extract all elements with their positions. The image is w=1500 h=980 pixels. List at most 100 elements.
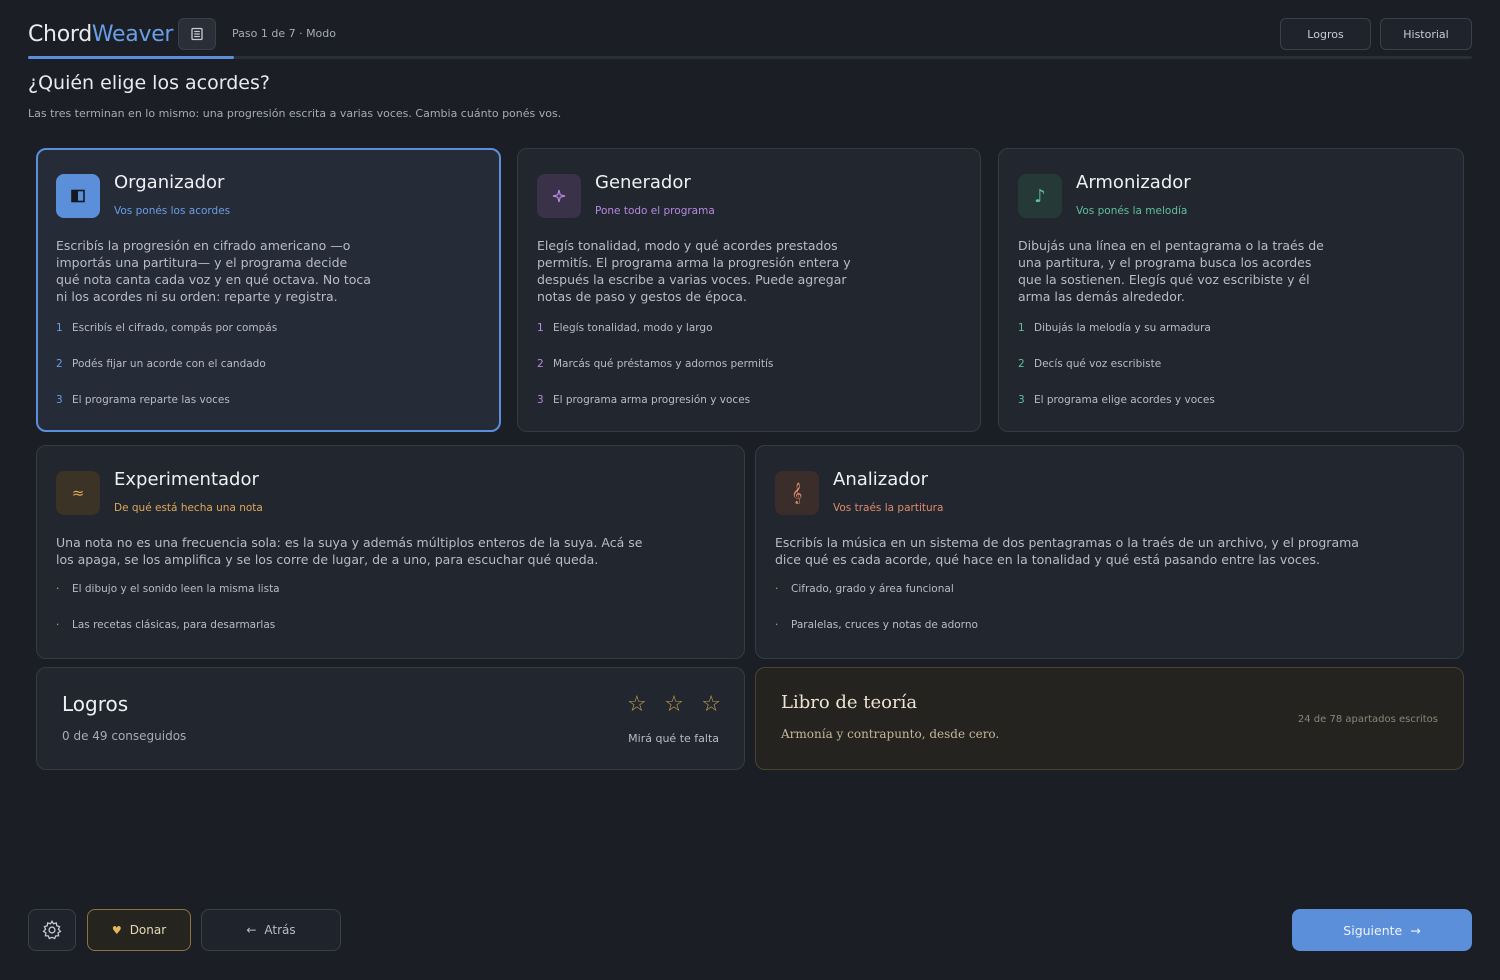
card-tagline: Pone todo el programa	[595, 205, 715, 217]
step-number: 1	[56, 322, 63, 334]
page-title: ¿Quién elige los acordes?	[28, 72, 270, 94]
achievements-count: 0 de 49 conseguidos	[62, 729, 187, 743]
star-icon: ☆	[701, 692, 721, 717]
history-button[interactable]: Historial	[1380, 18, 1472, 50]
next-label: Siguiente	[1343, 922, 1403, 938]
step-text: Elegís tonalidad, modo y largo	[553, 322, 713, 334]
card-title: Generador	[595, 172, 691, 193]
bullet-item: · Las recetas clásicas, para desarmarlas	[56, 619, 280, 655]
card-title: Analizador	[833, 469, 929, 490]
sparkle-icon	[537, 174, 581, 218]
heart-icon: ♥	[111, 923, 122, 937]
mode-card-generador[interactable]: Generador Pone todo el programa Elegís t…	[517, 148, 981, 432]
step-item: 1 Dibujás la melodía y su armadura	[1018, 322, 1215, 358]
book-title: Libro de teoría	[781, 692, 918, 713]
step-item: 1 Escribís el cifrado, compás por compás	[56, 322, 277, 358]
step-text: Escribís el cifrado, compás por compás	[72, 322, 278, 334]
card-description: Una nota no es una frecuencia sola: es l…	[56, 534, 642, 568]
bullet-dot: ·	[775, 583, 779, 595]
description-line: arma las demás alrededor.	[1018, 289, 1185, 304]
settings-button[interactable]	[28, 909, 76, 951]
step-number: 1	[537, 322, 544, 334]
card-title: Organizador	[114, 172, 225, 193]
bullet-item: · Paralelas, cruces y notas de adorno	[775, 619, 978, 655]
description-line: permitís. El programa arma la progresión…	[537, 255, 851, 270]
step-item: 2 Podés fijar un acorde con el candado	[56, 358, 277, 394]
page-subtitle: Las tres terminan en lo mismo: una progr…	[28, 107, 562, 120]
top-bar: ChordWeaver Paso 1 de 7 · Modo Logros Hi…	[28, 18, 1472, 60]
star-icon: ☆	[627, 692, 647, 717]
step-item: 2 Decís qué voz escribiste	[1018, 358, 1215, 394]
document-icon	[191, 27, 203, 41]
card-description: Escribís la progresión en cifrado americ…	[56, 237, 371, 305]
card-steps: 1 Escribís el cifrado, compás por compás …	[56, 322, 277, 430]
brand-name-part2: Weaver	[91, 22, 174, 47]
step-number: 2	[537, 358, 544, 370]
card-description: Elegís tonalidad, modo y qué acordes pre…	[537, 237, 851, 305]
donate-label: Donar	[129, 923, 167, 937]
achievements-title: Logros	[62, 692, 129, 716]
brand-name-part1: Chord	[28, 22, 92, 47]
step-text: Podés fijar un acorde con el candado	[72, 358, 266, 370]
description-line: Dibujás una línea en el pentagrama o la …	[1018, 238, 1324, 253]
bullet-dot: ·	[775, 619, 779, 631]
book-progress: 24 de 78 apartados escritos	[1297, 714, 1438, 725]
description-line: que la sostienen. Elegís qué voz escribi…	[1018, 272, 1310, 287]
mode-card-armonizador[interactable]: ♪ Armonizador Vos ponés la melodía Dibuj…	[998, 148, 1464, 432]
description-line: dice qué es cada acorde, qué hace en la …	[775, 552, 1320, 567]
description-line: los apaga, se los amplifica y se los cor…	[56, 552, 599, 567]
card-tagline: De qué está hecha una nota	[114, 502, 263, 514]
back-label: Atrás	[264, 923, 296, 937]
gear-icon	[42, 920, 62, 940]
back-button[interactable]: ← Atrás	[201, 909, 341, 951]
card-title: Experimentador	[114, 469, 259, 490]
music-note-icon: ♪	[1018, 174, 1062, 218]
card-title: Armonizador	[1076, 172, 1191, 193]
achievement-stars: ☆ ☆ ☆	[627, 692, 721, 717]
step-number: 2	[56, 358, 63, 370]
panel-icon	[56, 174, 100, 218]
book-subtitle: Armonía y contrapunto, desde cero.	[781, 727, 1000, 741]
description-line: Escribís la progresión en cifrado americ…	[56, 238, 351, 253]
step-progress-fill	[28, 56, 235, 59]
wave-icon: ≈	[56, 471, 100, 515]
app-logo: ChordWeaver	[28, 22, 173, 47]
treble-clef-icon: 𝄞	[775, 471, 819, 515]
mode-card-experimentador[interactable]: ≈ Experimentador De qué está hecha una n…	[36, 445, 745, 659]
description-line: notas de paso y gestos de época.	[537, 289, 747, 304]
bullet-text: Paralelas, cruces y notas de adorno	[791, 619, 978, 631]
card-description: Dibujás una línea en el pentagrama o la …	[1018, 237, 1324, 305]
bullet-dot: ·	[56, 619, 60, 631]
description-line: Escribís la música en un sistema de dos …	[775, 535, 1359, 550]
card-bullets: · Cifrado, grado y área funcional · Parale…	[775, 583, 978, 655]
card-tagline: Vos traés la partitura	[833, 502, 944, 514]
description-line: qué nota canta cada voz y en qué octava.…	[56, 272, 371, 287]
mode-card-analizador[interactable]: 𝄞 Analizador Vos traés la partitura Escr…	[755, 445, 1464, 659]
achievements-card[interactable]: Logros 0 de 49 conseguidos ☆ ☆ ☆ Mirá qué …	[36, 667, 745, 770]
donate-button[interactable]: ♥ Donar	[87, 909, 191, 951]
step-item: 1 Elegís tonalidad, modo y largo	[537, 322, 773, 358]
card-tagline: Vos ponés los acordes	[114, 205, 231, 217]
bullet-dot: ·	[56, 583, 60, 595]
bullet-text: El dibujo y el sonido leen la misma list…	[72, 583, 280, 595]
theory-book-card[interactable]: Libro de teoría Armonía y contrapunto, d…	[755, 667, 1464, 770]
document-button[interactable]	[178, 18, 216, 50]
step-item: 3 El programa reparte las voces	[56, 394, 277, 430]
step-text: El programa reparte las voces	[72, 394, 230, 406]
step-indicator: Paso 1 de 7 · Modo	[232, 27, 337, 40]
description-line: ni los acordes ni su orden: reparte y re…	[56, 289, 338, 304]
achievements-link[interactable]: Mirá qué te falta	[628, 732, 719, 745]
step-number: 3	[56, 394, 63, 406]
card-bullets: · El dibujo y el sonido leen la misma lis…	[56, 583, 280, 655]
achievements-button[interactable]: Logros	[1280, 18, 1371, 50]
step-text: Dibujás la melodía y su armadura	[1034, 322, 1211, 334]
bullet-text: Cifrado, grado y área funcional	[791, 583, 954, 595]
step-progress-bar	[28, 56, 1472, 59]
mode-card-organizador[interactable]: Organizador Vos ponés los acordes Escrib…	[36, 148, 501, 432]
description-line: importás una partitura— y el programa de…	[56, 255, 348, 270]
star-icon: ☆	[664, 692, 684, 717]
description-line: después la escribe a varias voces. Puede…	[537, 272, 847, 287]
bullet-item: · El dibujo y el sonido leen la misma lis…	[56, 583, 280, 619]
bullet-item: · Cifrado, grado y área funcional	[775, 583, 978, 619]
next-button[interactable]: Siguiente →	[1292, 909, 1472, 951]
